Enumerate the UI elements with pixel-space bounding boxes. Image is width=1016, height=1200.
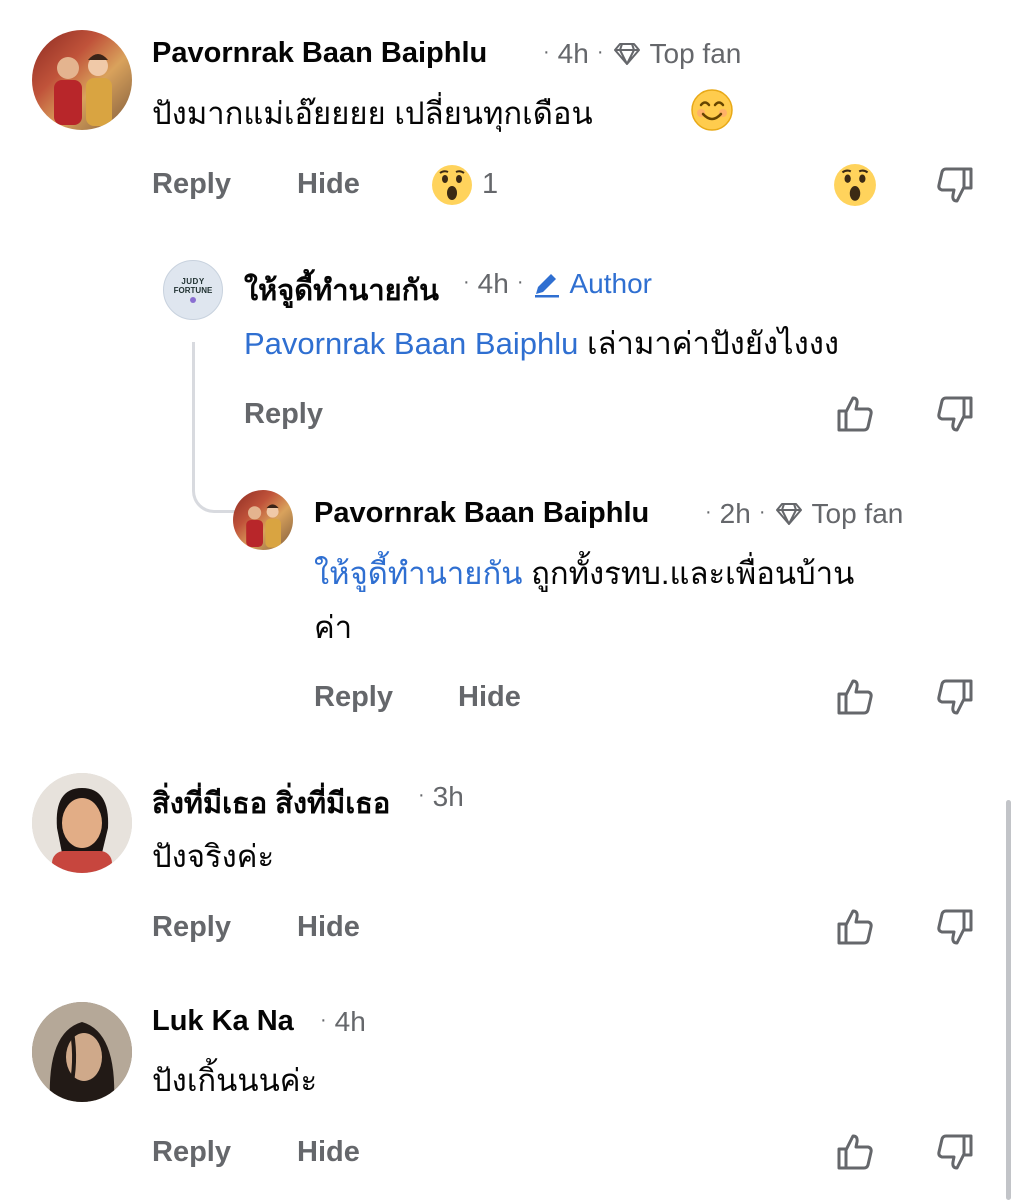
comment-meta: · 4h · Top fan bbox=[543, 38, 742, 70]
hide-button[interactable]: Hide bbox=[297, 168, 360, 201]
avatar-photo bbox=[32, 1002, 132, 1102]
avatar-logo-text: FORTUNE bbox=[173, 286, 213, 295]
avatar-logo-dot bbox=[190, 297, 196, 303]
thumbs-up-icon bbox=[837, 1134, 873, 1170]
avatar-logo-text: JUDY bbox=[181, 277, 205, 286]
dislike-button[interactable] bbox=[933, 1130, 977, 1174]
avatar[interactable] bbox=[233, 490, 293, 550]
comment-meta: · 4h · Author bbox=[463, 268, 653, 300]
thread-line bbox=[192, 342, 235, 513]
comment-author[interactable]: Pavornrak Baan Baiphlu bbox=[314, 497, 649, 530]
top-fan-badge: Top fan bbox=[649, 38, 742, 69]
top-fan-badge: Top fan bbox=[811, 498, 904, 529]
comment-author[interactable]: ให้จูดี้ทำนายกัน bbox=[244, 267, 439, 313]
wow-reaction-button[interactable] bbox=[833, 163, 877, 207]
comment-text: ปังจริงค่ะ bbox=[152, 839, 275, 874]
diamond-icon bbox=[774, 502, 804, 526]
hide-button[interactable]: Hide bbox=[297, 1136, 360, 1169]
thumbs-up-icon bbox=[837, 679, 873, 715]
reply-button[interactable]: Reply bbox=[152, 911, 231, 944]
avatar-photo bbox=[32, 773, 132, 873]
thumbs-down-icon bbox=[937, 1134, 973, 1170]
avatar[interactable] bbox=[32, 30, 132, 130]
comment-meta: · 2h · Top fan bbox=[705, 498, 904, 530]
comment-time[interactable]: 4h bbox=[558, 38, 589, 70]
dislike-button[interactable] bbox=[933, 392, 977, 436]
dislike-button[interactable] bbox=[933, 163, 977, 207]
hide-button[interactable]: Hide bbox=[297, 911, 360, 944]
wow-reaction-icon[interactable] bbox=[431, 164, 473, 206]
hide-button[interactable]: Hide bbox=[458, 681, 521, 714]
like-button[interactable] bbox=[833, 905, 877, 949]
comment-text-content: เล่ามาค่าปังยังไงงง bbox=[586, 326, 840, 361]
reply-button[interactable]: Reply bbox=[244, 398, 323, 431]
comment-time[interactable]: 2h bbox=[720, 498, 751, 530]
avatar-photo bbox=[54, 54, 112, 126]
comment-text: ปังมากแม่เอ๊ยยยย เปลี่ยนทุกเดือน bbox=[152, 88, 593, 138]
comment-text-line2: ค่า bbox=[314, 610, 353, 645]
comment-time[interactable]: 3h bbox=[433, 781, 464, 813]
comment-author[interactable]: Luk Ka Na bbox=[152, 1005, 294, 1038]
thumbs-up-icon bbox=[837, 396, 873, 432]
wow-icon bbox=[834, 164, 876, 206]
avatar[interactable] bbox=[32, 773, 132, 873]
thumbs-down-icon bbox=[937, 167, 973, 203]
thumbs-down-icon bbox=[937, 396, 973, 432]
like-button[interactable] bbox=[833, 675, 877, 719]
comment-meta: · 3h bbox=[418, 781, 464, 813]
like-button[interactable] bbox=[833, 392, 877, 436]
thumbs-down-icon bbox=[937, 679, 973, 715]
reply-button[interactable]: Reply bbox=[314, 681, 393, 714]
avatar[interactable] bbox=[32, 1002, 132, 1102]
comment-meta: · 4h bbox=[320, 1006, 366, 1038]
comment-time[interactable]: 4h bbox=[335, 1006, 366, 1038]
comment-text: Pavornrak Baan Baiphlu เล่ามาค่าปังยังไง… bbox=[244, 318, 839, 368]
smiling-emoji-icon bbox=[690, 88, 734, 132]
comment-text-content: ปังมากแม่เอ๊ยยยย เปลี่ยนทุกเดือน bbox=[152, 96, 593, 131]
thumbs-up-icon bbox=[837, 909, 873, 945]
author-badge-label: Author bbox=[569, 268, 653, 299]
like-button[interactable] bbox=[833, 1130, 877, 1174]
avatar-photo bbox=[246, 504, 281, 548]
avatar[interactable]: JUDY FORTUNE bbox=[163, 260, 223, 320]
diamond-icon bbox=[612, 42, 642, 66]
mention-link[interactable]: ให้จูดี้ทำนายกัน bbox=[314, 556, 522, 591]
dislike-button[interactable] bbox=[933, 905, 977, 949]
comment-text-content: ถูกทั้งรทบ.และเพื่อนบ้าน bbox=[531, 556, 855, 591]
reply-button[interactable]: Reply bbox=[152, 1136, 231, 1169]
comment-text: ให้จูดี้ทำนายกัน ถูกทั้งรทบ.และเพื่อนบ้า… bbox=[314, 548, 854, 598]
pencil-icon bbox=[532, 270, 562, 298]
thumbs-down-icon bbox=[937, 909, 973, 945]
reply-button[interactable]: Reply bbox=[152, 168, 231, 201]
reaction-count[interactable]: 1 bbox=[482, 168, 498, 201]
author-badge: Author bbox=[532, 268, 653, 300]
dislike-button[interactable] bbox=[933, 675, 977, 719]
comment-time[interactable]: 4h bbox=[478, 268, 509, 300]
comment-author[interactable]: Pavornrak Baan Baiphlu bbox=[152, 37, 487, 70]
comment-text: ปังเกิ้นนนค่ะ bbox=[152, 1063, 318, 1098]
mention-link[interactable]: Pavornrak Baan Baiphlu bbox=[244, 326, 578, 361]
comment-author[interactable]: สิ่งที่มีเธอ สิ่งที่มีเธอ bbox=[152, 780, 390, 826]
scrollbar[interactable] bbox=[1006, 800, 1011, 1200]
